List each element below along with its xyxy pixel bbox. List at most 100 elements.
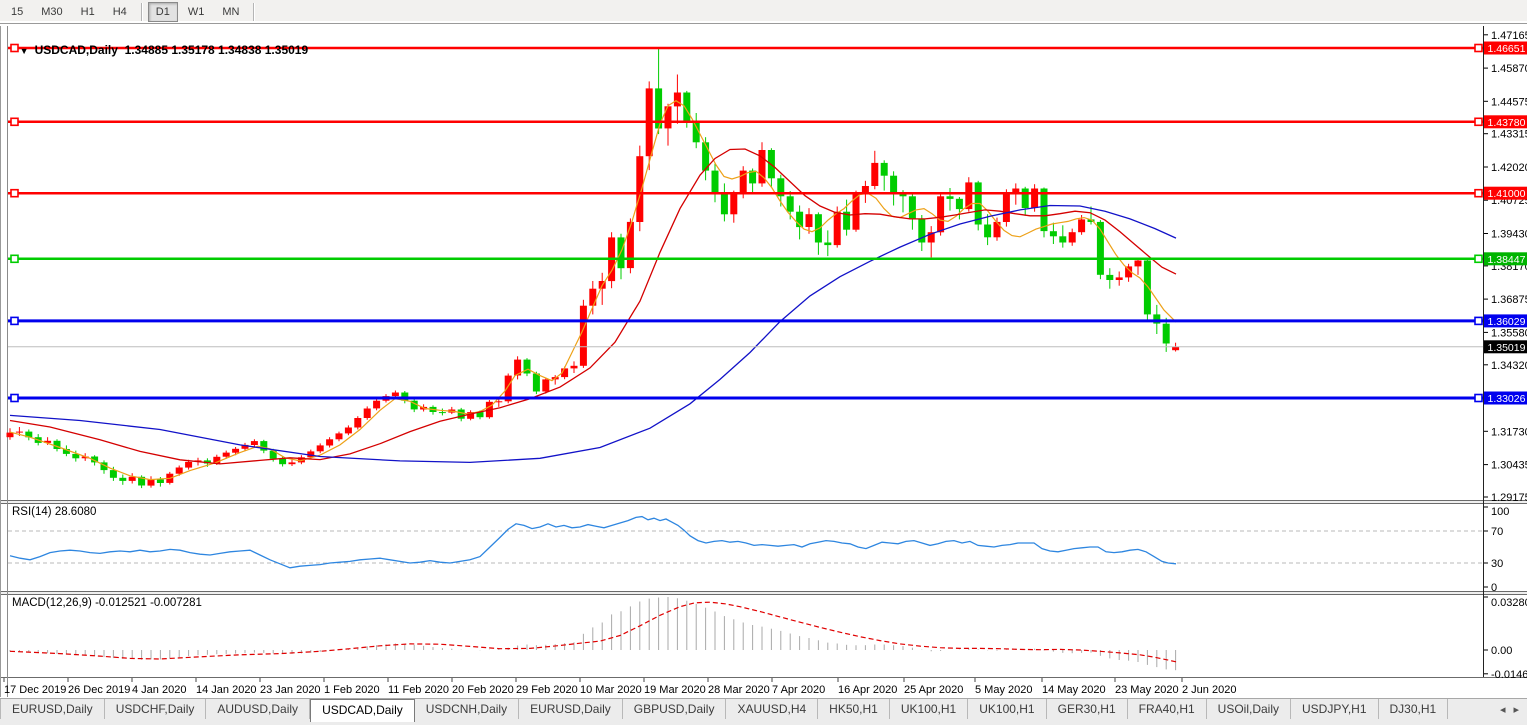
date-axis-label: 1 Feb 2020 [324,684,380,696]
price-badge: 1.35019 [1484,340,1527,354]
date-axis-label: 16 Apr 2020 [838,684,897,696]
date-axis-label: 10 Mar 2020 [580,684,642,696]
rsi-axis-label: 100 [1491,506,1509,518]
chart-title: ▼ USDCAD,Daily 1.34885 1.35178 1.34838 1.… [13,29,308,57]
price-badge: 1.41000 [1484,187,1527,201]
symbol-tab-uk100[interactable]: UK100,H1 [968,699,1046,719]
line-handle-left[interactable] [11,118,18,125]
line-handle-right[interactable] [1475,395,1482,402]
symbol-tab-audusd[interactable]: AUDUSD,Daily [206,699,310,719]
symbol-tab-usdcnh[interactable]: USDCNH,Daily [415,699,519,719]
date-axis-label: 20 Feb 2020 [452,684,514,696]
date-axis-label: 23 May 2020 [1115,684,1179,696]
macd-indicator-label: MACD(12,26,9) -0.012521 -0.007281 [12,597,202,609]
date-axis-label: 19 Mar 2020 [644,684,706,696]
date-axis-label: 26 Dec 2019 [68,684,130,696]
timeframe-button-15[interactable]: 15 [3,2,31,22]
date-axis-label: 28 Mar 2020 [708,684,770,696]
symbol-tab-usdchf[interactable]: USDCHF,Daily [105,699,207,719]
price-badge: 1.43780 [1484,115,1527,129]
line-handle-left[interactable] [11,255,18,262]
price-badge: 1.36029 [1484,314,1527,328]
symbol-tab-gbpusd[interactable]: GBPUSD,Daily [623,699,727,719]
line-handle-right[interactable] [1475,118,1482,125]
date-axis-label: 14 Jan 2020 [196,684,257,696]
tab-scroll-left-icon[interactable]: ◂ [1500,703,1506,716]
date-axis-label: 25 Apr 2020 [904,684,963,696]
symbol-tab-bar: EURUSD,DailyUSDCHF,DailyAUDUSD,DailyUSDC… [0,698,1527,725]
symbol-tab-ger30[interactable]: GER30,H1 [1047,699,1128,719]
pane-separator[interactable] [0,592,1527,595]
price-axis-label: 1.30435 [1491,460,1527,472]
price-axis-label: 1.39430 [1491,229,1527,241]
chart-background [0,26,1527,698]
timeframe-toolbar: 15M30H1H4 D1W1MN [0,0,1527,24]
timeframe-button-mn[interactable]: MN [214,2,247,22]
date-axis-label: 14 May 2020 [1042,684,1106,696]
timeframe-button-m30[interactable]: M30 [33,2,70,22]
line-handle-left[interactable] [11,317,18,324]
toolbar-separator [141,3,142,21]
price-axis-label: 1.45870 [1491,63,1527,75]
tab-scroll-right-icon[interactable]: ▸ [1513,703,1519,716]
line-handle-right[interactable] [1475,45,1482,52]
svg-text:1.33026: 1.33026 [1488,393,1526,405]
macd-axis-label: 0.032807 [1491,597,1527,609]
macd-axis-label: 0.00 [1491,645,1512,657]
price-axis-label: 1.36875 [1491,294,1527,306]
timeframe-button-h4[interactable]: H4 [105,2,135,22]
symbol-tab-fra40[interactable]: FRA40,H1 [1128,699,1207,719]
line-handle-right[interactable] [1475,317,1482,324]
date-axis-label: 5 May 2020 [975,684,1032,696]
svg-text:1.43780: 1.43780 [1488,117,1526,129]
toolbar-separator [253,3,254,21]
date-axis-label: 17 Dec 2019 [4,684,66,696]
svg-text:1.41000: 1.41000 [1488,188,1526,200]
symbol-tab-usdcad[interactable]: USDCAD,Daily [310,699,415,722]
price-axis-label: 1.43315 [1491,129,1527,141]
chart-symbol-label: USDCAD,Daily [35,43,118,57]
svg-text:1.35019: 1.35019 [1488,342,1526,354]
line-handle-left[interactable] [11,190,18,197]
date-axis-label: 29 Feb 2020 [516,684,578,696]
collapse-arrow-icon[interactable]: ▼ [20,46,29,56]
macd-axis-label: -0.014674 [1491,669,1527,681]
price-badge: 1.33026 [1484,392,1527,406]
price-axis-label: 1.47165 [1491,30,1527,42]
line-handle-right[interactable] [1475,255,1482,262]
svg-text:1.38447: 1.38447 [1488,254,1526,266]
symbol-tab-hk50[interactable]: HK50,H1 [818,699,890,719]
symbol-tab-uk100[interactable]: UK100,H1 [890,699,968,719]
date-axis-label: 7 Apr 2020 [772,684,825,696]
pane-separator[interactable] [0,501,1527,504]
date-axis-label: 11 Feb 2020 [388,684,449,696]
chart-ohlc-values: 1.34885 1.35178 1.34838 1.35019 [125,43,309,57]
rsi-axis-label: 0 [1491,582,1497,594]
rsi-axis-label: 70 [1491,526,1503,538]
symbol-tab-usdjpy[interactable]: USDJPY,H1 [1291,699,1378,719]
line-handle-left[interactable] [11,395,18,402]
rsi-indicator-label: RSI(14) 28.6080 [12,506,96,518]
price-axis-label: 1.29175 [1491,492,1527,504]
symbol-tab-eurusd[interactable]: EURUSD,Daily [519,699,623,719]
symbol-tab-dj30[interactable]: DJ30,H1 [1379,699,1449,719]
date-axis-label: 4 Jan 2020 [132,684,186,696]
price-axis-label: 1.44575 [1491,96,1527,108]
svg-text:1.46651: 1.46651 [1488,43,1526,55]
symbol-tab-eurusd[interactable]: EURUSD,Daily [0,699,105,719]
timeframe-button-d1[interactable]: D1 [148,2,178,22]
rsi-axis-label: 30 [1491,558,1503,570]
timeframe-button-h1[interactable]: H1 [73,2,103,22]
svg-text:1.36029: 1.36029 [1488,316,1526,328]
price-axis-label: 1.42020 [1491,162,1527,174]
price-badge: 1.38447 [1484,252,1527,265]
timeframe-button-w1[interactable]: W1 [180,2,213,22]
price-axis-label: 1.31730 [1491,426,1527,438]
date-axis-label: 23 Jan 2020 [260,684,321,696]
line-handle-right[interactable] [1475,190,1482,197]
price-axis-label: 1.34320 [1491,360,1527,372]
symbol-tab-xauusd[interactable]: XAUUSD,H4 [726,699,818,719]
price-badge: 1.46651 [1484,42,1527,56]
symbol-tab-usoil[interactable]: USOil,Daily [1207,699,1291,719]
date-axis-label: 2 Jun 2020 [1182,684,1236,696]
